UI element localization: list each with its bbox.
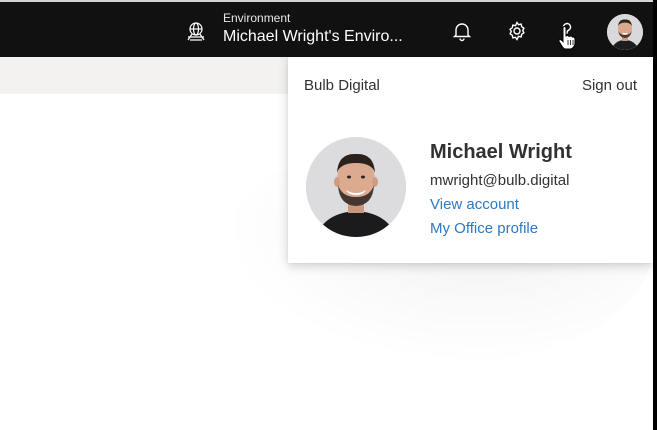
account-panel: Bulb Digital Sign out Michael Wright mwr…	[288, 57, 653, 263]
user-email: mwright@bulb.digital	[430, 172, 570, 189]
top-navigation-bar: Environment Michael Wright's Enviro...	[0, 0, 657, 57]
profile-photo	[306, 137, 406, 237]
gear-icon[interactable]	[505, 19, 529, 43]
environment-selector[interactable]: Michael Wright's Enviro...	[223, 27, 403, 47]
office-profile-link[interactable]: My Office profile	[430, 220, 538, 237]
environment-icon[interactable]	[185, 20, 207, 42]
view-account-link[interactable]: View account	[430, 196, 519, 213]
user-name: Michael Wright	[430, 141, 572, 163]
window-edge	[653, 0, 657, 430]
sign-out-button[interactable]: Sign out	[582, 77, 637, 94]
page: Environment Michael Wright's Enviro... B…	[0, 0, 657, 430]
avatar[interactable]	[607, 14, 643, 50]
organization-name: Bulb Digital	[304, 77, 380, 94]
bell-icon[interactable]	[450, 19, 474, 43]
environment-label: Environment	[223, 11, 291, 25]
hand-cursor-icon	[558, 26, 576, 50]
